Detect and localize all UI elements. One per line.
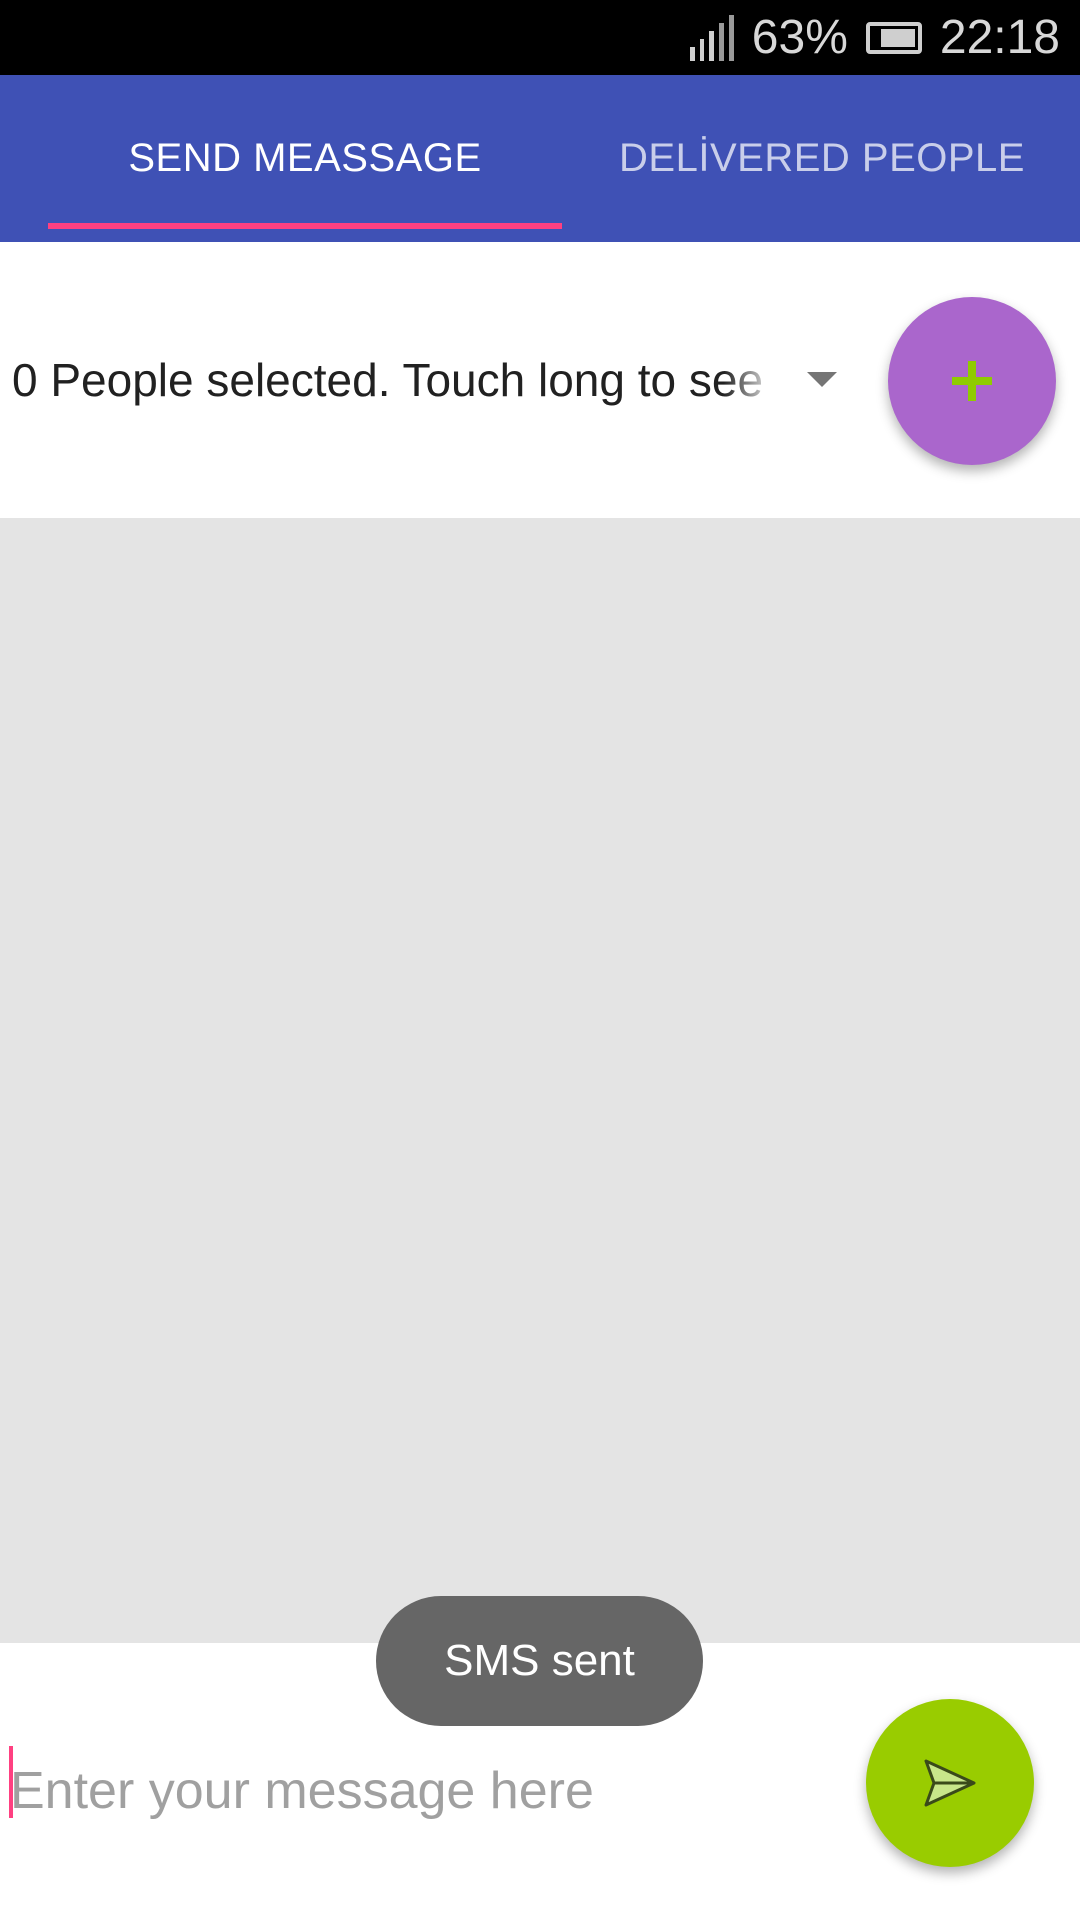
status-bar: 63% 22:18 <box>0 0 1080 75</box>
send-button[interactable] <box>866 1699 1034 1867</box>
toast-message: SMS sent <box>376 1596 703 1726</box>
people-selector-row: 0 People selected. Touch long to see <box>0 242 1080 518</box>
tab-send-message-label: SEND MEASSAGE <box>128 136 482 180</box>
status-bar-right: 63% 22:18 <box>689 0 1060 75</box>
app-screen: 63% 22:18 SEND MEASSAGE DELİVERED PEOPLE… <box>0 0 1080 1920</box>
text-cursor <box>9 1746 13 1818</box>
battery-percent: 63% <box>751 10 848 64</box>
signal-bars-icon <box>689 14 734 61</box>
dropdown-arrow-icon[interactable] <box>807 372 837 387</box>
tab-send-message[interactable]: SEND MEASSAGE <box>48 75 562 242</box>
status-time: 22:18 <box>939 10 1060 64</box>
plus-icon <box>952 361 992 401</box>
people-list-area <box>0 518 1080 1643</box>
people-selected-spinner[interactable]: 0 People selected. Touch long to see <box>12 350 777 410</box>
battery-icon <box>865 21 922 54</box>
tab-delivered-people[interactable]: DELİVERED PEOPLE <box>592 75 1052 242</box>
tab-delivered-people-label: DELİVERED PEOPLE <box>619 136 1025 180</box>
add-people-button[interactable] <box>888 297 1056 465</box>
message-input[interactable] <box>10 1751 830 1831</box>
send-icon <box>924 1759 976 1807</box>
tab-bar: SEND MEASSAGE DELİVERED PEOPLE <box>0 75 1080 242</box>
tab-indicator <box>48 223 562 229</box>
